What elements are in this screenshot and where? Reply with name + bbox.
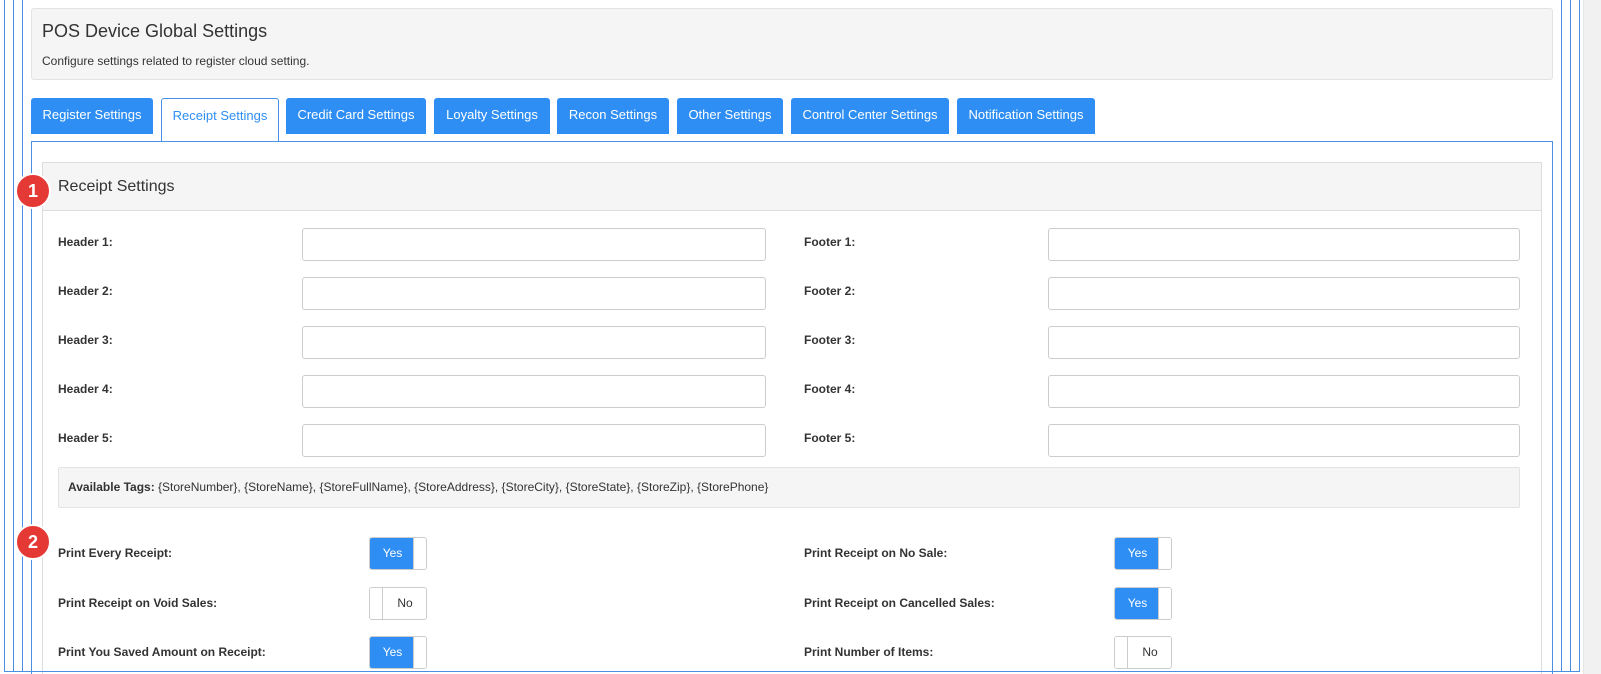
footer-1-label: Footer 1: [804,235,856,249]
toggle-knob [1158,588,1171,619]
print-every-receipt-toggle[interactable]: Yes [369,537,427,570]
panel-heading: Receipt Settings [43,163,1541,211]
header-1-label: Header 1: [58,235,113,249]
tab-loyalty-settings[interactable]: Loyalty Settings [434,98,550,134]
tab-register-settings[interactable]: Register Settings [31,98,153,134]
header-4-input[interactable] [302,375,766,408]
toggle-knob [413,637,426,668]
header-2-label: Header 2: [58,284,113,298]
tab-recon-settings[interactable]: Recon Settings [557,98,669,134]
print-number-items-toggle[interactable]: No [1114,636,1172,669]
footer-4-input[interactable] [1048,375,1520,408]
print-cancelled-sales-label: Print Receipt on Cancelled Sales: [804,596,995,610]
available-tags-list: {StoreNumber}, {StoreName}, {StoreFullNa… [154,480,769,494]
header-4-label: Header 4: [58,382,113,396]
print-saved-amount-toggle[interactable]: Yes [369,636,427,669]
toggle-knob [413,538,426,569]
header-3-input[interactable] [302,326,766,359]
print-void-sales-toggle[interactable]: No [369,587,427,620]
tab-receipt-settings[interactable]: Receipt Settings [161,98,279,142]
print-void-sales-label: Print Receipt on Void Sales: [58,596,218,610]
vertical-scrollbar[interactable] [1583,0,1601,674]
annotation-badge-2: 2 [15,524,51,560]
toggle-state: Yes [370,637,415,668]
toggle-state: Yes [1115,538,1160,569]
available-tags-box: Available Tags: {StoreNumber}, {StoreNam… [58,467,1520,508]
settings-tabs: Register Settings Receipt Settings Credi… [31,98,1553,142]
toggle-state: No [1142,645,1158,659]
page-header: POS Device Global Settings Configure set… [31,8,1553,80]
print-no-sale-toggle[interactable]: Yes [1114,537,1172,570]
print-number-items-label: Print Number of Items: [804,645,934,659]
footer-4-label: Footer 4: [804,382,856,396]
page-subtitle: Configure settings related to register c… [42,54,310,68]
footer-2-input[interactable] [1048,277,1520,310]
footer-3-input[interactable] [1048,326,1520,359]
header-5-input[interactable] [302,424,766,457]
footer-2-label: Footer 2: [804,284,856,298]
panel-title: Receipt Settings [58,178,175,195]
header-1-input[interactable] [302,228,766,261]
toggle-state: Yes [370,538,415,569]
annotation-badge-1: 1 [15,173,51,209]
footer-1-input[interactable] [1048,228,1520,261]
tab-notification-settings[interactable]: Notification Settings [957,98,1095,134]
print-every-receipt-label: Print Every Receipt: [58,546,173,560]
print-saved-amount-label: Print You Saved Amount on Receipt: [58,645,266,659]
print-no-sale-label: Print Receipt on No Sale: [804,546,948,560]
print-cancelled-sales-toggle[interactable]: Yes [1114,587,1172,620]
footer-3-label: Footer 3: [804,333,856,347]
header-2-input[interactable] [302,277,766,310]
toggle-knob [1158,538,1171,569]
tab-credit-card-settings[interactable]: Credit Card Settings [286,98,426,134]
bottom-border [4,671,1580,672]
header-3-label: Header 3: [58,333,113,347]
toggle-state: Yes [1115,588,1160,619]
toggle-knob [1115,637,1128,668]
available-tags-label: Available Tags: [68,480,155,494]
toggle-state: No [397,596,413,610]
tab-other-settings[interactable]: Other Settings [677,98,783,134]
footer-5-input[interactable] [1048,424,1520,457]
page-title: POS Device Global Settings [42,21,268,41]
toggle-knob [370,588,383,619]
header-5-label: Header 5: [58,431,113,445]
tab-control-center-settings[interactable]: Control Center Settings [791,98,949,134]
footer-5-label: Footer 5: [804,431,856,445]
